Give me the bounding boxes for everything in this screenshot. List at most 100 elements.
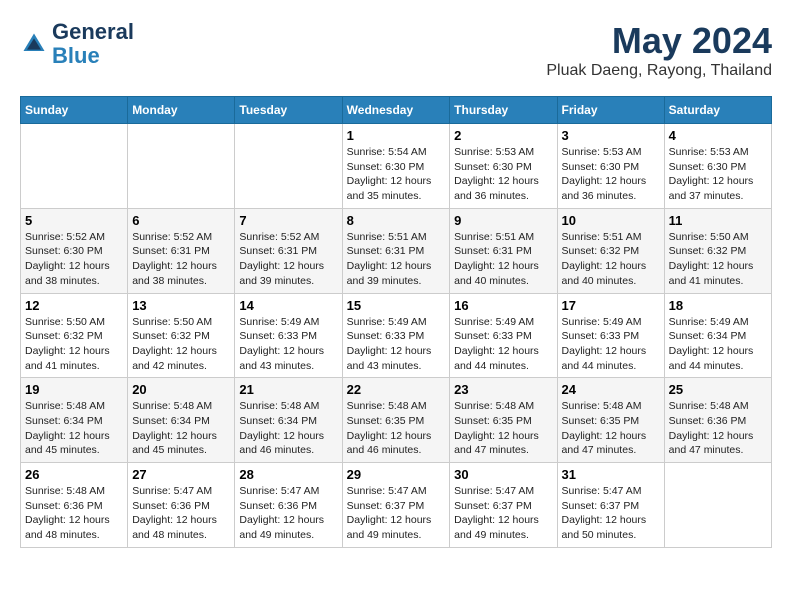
day-info: Sunrise: 5:48 AM Sunset: 6:35 PM Dayligh… [347,399,446,458]
page-header: General Blue May 2024 Pluak Daeng, Rayon… [20,20,772,80]
day-number: 8 [347,213,446,228]
calendar-cell [21,124,128,209]
day-info: Sunrise: 5:53 AM Sunset: 6:30 PM Dayligh… [562,145,660,204]
day-info: Sunrise: 5:51 AM Sunset: 6:32 PM Dayligh… [562,230,660,289]
calendar-cell: 18Sunrise: 5:49 AM Sunset: 6:34 PM Dayli… [664,293,771,378]
day-number: 9 [454,213,552,228]
calendar-cell: 26 Sunrise: 5:48 AM Sunset: 6:36 PM Dayli… [21,463,128,548]
calendar-cell: 6 Sunrise: 5:52 AM Sunset: 6:31 PM Daylig… [128,208,235,293]
day-number: 10 [562,213,660,228]
calendar-cell: 7 Sunrise: 5:52 AM Sunset: 6:31 PM Daylig… [235,208,342,293]
calendar-cell: 25 Sunrise: 5:48 AM Sunset: 6:36 PM Dayli… [664,378,771,463]
day-number: 26 [25,467,123,482]
calendar-cell [235,124,342,209]
calendar-cell: 21 Sunrise: 5:48 AM Sunset: 6:34 PM Dayli… [235,378,342,463]
calendar-cell: 8 Sunrise: 5:51 AM Sunset: 6:31 PM Daylig… [342,208,450,293]
calendar-cell: 15Sunrise: 5:49 AM Sunset: 6:33 PM Dayli… [342,293,450,378]
day-number: 27 [132,467,230,482]
day-info: Sunrise: 5:48 AM Sunset: 6:36 PM Dayligh… [25,484,123,543]
day-info: Sunrise: 5:47 AM Sunset: 6:37 PM Dayligh… [454,484,552,543]
day-number: 11 [669,213,767,228]
calendar-cell [128,124,235,209]
calendar-cell: 14 Sunrise: 5:49 AM Sunset: 6:33 PM Dayli… [235,293,342,378]
calendar-header-wednesday: Wednesday [342,97,450,124]
day-number: 16 [454,298,552,313]
calendar-week-5: 26 Sunrise: 5:48 AM Sunset: 6:36 PM Dayli… [21,463,772,548]
calendar-table: SundayMondayTuesdayWednesdayThursdayFrid… [20,96,772,548]
day-info: Sunrise: 5:48 AM Sunset: 6:34 PM Dayligh… [239,399,337,458]
calendar-cell: 2 Sunrise: 5:53 AM Sunset: 6:30 PM Daylig… [450,124,557,209]
day-info: Sunrise: 5:47 AM Sunset: 6:37 PM Dayligh… [347,484,446,543]
calendar-cell: 13Sunrise: 5:50 AM Sunset: 6:32 PM Dayli… [128,293,235,378]
day-number: 14 [239,298,337,313]
calendar-cell: 22 Sunrise: 5:48 AM Sunset: 6:35 PM Dayli… [342,378,450,463]
calendar-cell: 19Sunrise: 5:48 AM Sunset: 6:34 PM Dayli… [21,378,128,463]
day-number: 25 [669,382,767,397]
day-info: Sunrise: 5:48 AM Sunset: 6:36 PM Dayligh… [669,399,767,458]
day-number: 15 [347,298,446,313]
day-info: Sunrise: 5:49 AM Sunset: 6:34 PM Dayligh… [669,315,767,374]
day-info: Sunrise: 5:49 AM Sunset: 6:33 PM Dayligh… [454,315,552,374]
calendar-cell: 1 Sunrise: 5:54 AM Sunset: 6:30 PM Daylig… [342,124,450,209]
day-info: Sunrise: 5:48 AM Sunset: 6:35 PM Dayligh… [454,399,552,458]
calendar-cell: 17Sunrise: 5:49 AM Sunset: 6:33 PM Dayli… [557,293,664,378]
day-number: 1 [347,128,446,143]
calendar-cell: 3 Sunrise: 5:53 AM Sunset: 6:30 PM Daylig… [557,124,664,209]
day-info: Sunrise: 5:53 AM Sunset: 6:30 PM Dayligh… [454,145,552,204]
day-info: Sunrise: 5:53 AM Sunset: 6:30 PM Dayligh… [669,145,767,204]
calendar-cell [664,463,771,548]
calendar-header-monday: Monday [128,97,235,124]
day-info: Sunrise: 5:49 AM Sunset: 6:33 PM Dayligh… [562,315,660,374]
day-info: Sunrise: 5:51 AM Sunset: 6:31 PM Dayligh… [347,230,446,289]
calendar-cell: 24 Sunrise: 5:48 AM Sunset: 6:35 PM Dayli… [557,378,664,463]
day-number: 19 [25,382,123,397]
day-number: 31 [562,467,660,482]
calendar-header-sunday: Sunday [21,97,128,124]
title-block: May 2024 Pluak Daeng, Rayong, Thailand [546,20,772,80]
calendar-cell: 16 Sunrise: 5:49 AM Sunset: 6:33 PM Dayli… [450,293,557,378]
day-info: Sunrise: 5:50 AM Sunset: 6:32 PM Dayligh… [669,230,767,289]
logo-icon [20,30,48,58]
calendar-header-row: SundayMondayTuesdayWednesdayThursdayFrid… [21,97,772,124]
day-number: 12 [25,298,123,313]
day-number: 28 [239,467,337,482]
calendar-week-2: 5Sunrise: 5:52 AM Sunset: 6:30 PM Daylig… [21,208,772,293]
calendar-cell: 29Sunrise: 5:47 AM Sunset: 6:37 PM Dayli… [342,463,450,548]
day-info: Sunrise: 5:51 AM Sunset: 6:31 PM Dayligh… [454,230,552,289]
day-info: Sunrise: 5:49 AM Sunset: 6:33 PM Dayligh… [239,315,337,374]
calendar-cell: 5Sunrise: 5:52 AM Sunset: 6:30 PM Daylig… [21,208,128,293]
day-number: 21 [239,382,337,397]
day-number: 30 [454,467,552,482]
day-info: Sunrise: 5:48 AM Sunset: 6:35 PM Dayligh… [562,399,660,458]
day-number: 2 [454,128,552,143]
calendar-cell: 20Sunrise: 5:48 AM Sunset: 6:34 PM Dayli… [128,378,235,463]
main-title: May 2024 [546,20,772,62]
day-number: 3 [562,128,660,143]
calendar-cell: 11 Sunrise: 5:50 AM Sunset: 6:32 PM Dayli… [664,208,771,293]
logo-line1: General [52,20,134,44]
calendar-cell: 23 Sunrise: 5:48 AM Sunset: 6:35 PM Dayli… [450,378,557,463]
day-info: Sunrise: 5:47 AM Sunset: 6:36 PM Dayligh… [132,484,230,543]
calendar-cell: 9 Sunrise: 5:51 AM Sunset: 6:31 PM Daylig… [450,208,557,293]
day-info: Sunrise: 5:54 AM Sunset: 6:30 PM Dayligh… [347,145,446,204]
calendar-header-saturday: Saturday [664,97,771,124]
day-number: 24 [562,382,660,397]
calendar-cell: 30 Sunrise: 5:47 AM Sunset: 6:37 PM Dayli… [450,463,557,548]
calendar-cell: 27 Sunrise: 5:47 AM Sunset: 6:36 PM Dayli… [128,463,235,548]
calendar-cell: 10 Sunrise: 5:51 AM Sunset: 6:32 PM Dayli… [557,208,664,293]
day-info: Sunrise: 5:52 AM Sunset: 6:31 PM Dayligh… [132,230,230,289]
calendar-cell: 4 Sunrise: 5:53 AM Sunset: 6:30 PM Daylig… [664,124,771,209]
day-number: 7 [239,213,337,228]
calendar-header-tuesday: Tuesday [235,97,342,124]
day-info: Sunrise: 5:52 AM Sunset: 6:30 PM Dayligh… [25,230,123,289]
day-number: 6 [132,213,230,228]
day-info: Sunrise: 5:50 AM Sunset: 6:32 PM Dayligh… [132,315,230,374]
calendar-week-3: 12 Sunrise: 5:50 AM Sunset: 6:32 PM Dayli… [21,293,772,378]
day-number: 23 [454,382,552,397]
day-number: 4 [669,128,767,143]
day-number: 20 [132,382,230,397]
day-number: 22 [347,382,446,397]
day-info: Sunrise: 5:52 AM Sunset: 6:31 PM Dayligh… [239,230,337,289]
logo: General Blue [20,20,134,68]
logo-line2: Blue [52,44,134,68]
